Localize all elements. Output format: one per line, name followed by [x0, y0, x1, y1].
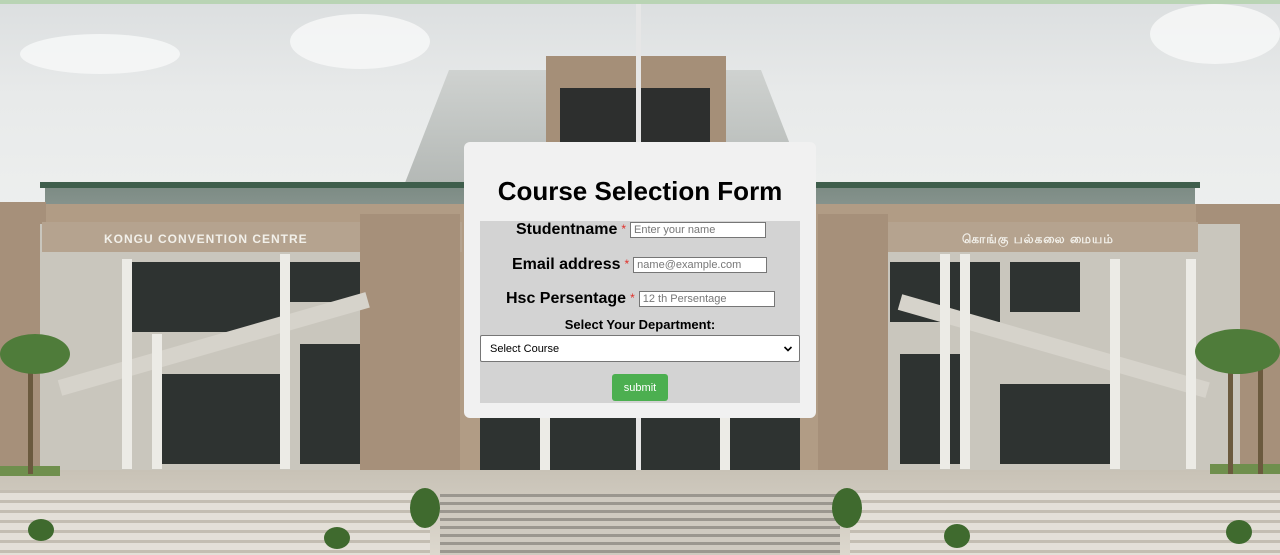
left-column-block	[360, 214, 460, 474]
palm-leaves	[1195, 329, 1280, 374]
department-label: Select Your Department:	[564, 317, 716, 332]
front-steps	[440, 494, 840, 555]
hsc-label: Hsc Persentage	[506, 290, 627, 307]
studentname-input[interactable]	[630, 222, 767, 238]
email-label: Email address	[512, 256, 621, 273]
side-steps-right	[850, 490, 1280, 555]
side-steps-left	[0, 490, 430, 555]
cloud	[1150, 4, 1280, 64]
right-column-block	[818, 214, 888, 474]
required-marker: *	[630, 291, 635, 305]
pillar	[122, 259, 132, 469]
required-marker: *	[621, 222, 627, 236]
pillar	[280, 254, 290, 469]
required-marker: *	[624, 257, 630, 271]
window	[300, 344, 360, 464]
tower-window	[560, 88, 710, 144]
window	[1000, 384, 1110, 464]
shrub	[944, 524, 970, 548]
shrub	[28, 519, 54, 541]
email-input[interactable]	[633, 257, 768, 273]
cloud	[290, 14, 430, 69]
email-row: Email address *	[512, 256, 768, 274]
window	[900, 354, 960, 464]
pillar	[540, 414, 550, 474]
palm-trunk	[1228, 364, 1233, 474]
pillar	[1186, 259, 1196, 469]
shrub	[410, 488, 440, 528]
studentname-row: Studentname *	[516, 221, 767, 239]
department-select[interactable]: Select Course	[480, 335, 800, 362]
cloud	[20, 34, 180, 74]
sign-left: KONGU CONVENTION CENTRE	[104, 232, 308, 246]
pillar	[940, 254, 950, 469]
shrub	[832, 488, 862, 528]
studentname-label: Studentname	[516, 221, 618, 238]
pillar	[1110, 259, 1120, 469]
shrub	[324, 527, 350, 549]
palm-leaves	[0, 334, 70, 374]
submit-button[interactable]: submit	[612, 374, 668, 401]
window	[130, 262, 280, 332]
page: KONGU CONVENTION CENTRE கொங்கு பல்கலை மை…	[0, 0, 1280, 555]
course-selection-card: Course Selection Form Studentname * Emai…	[464, 142, 816, 418]
department-select-value: Select Course	[490, 342, 560, 355]
lawn	[1210, 464, 1280, 474]
palm-trunk	[1258, 354, 1263, 474]
sign-right: கொங்கு பல்கலை மையம்	[962, 232, 1114, 246]
window	[1010, 262, 1080, 312]
pillar	[152, 334, 162, 469]
window	[160, 374, 280, 464]
form-title: Course Selection Form	[497, 176, 783, 206]
pillar	[720, 414, 730, 474]
course-selection-form: Studentname * Email address * Hsc Persen…	[480, 221, 800, 403]
hsc-percentage-input[interactable]	[638, 291, 775, 307]
shrub	[1226, 520, 1252, 544]
chevron-down-icon	[783, 345, 793, 352]
pillar	[960, 254, 970, 469]
palm-trunk	[28, 364, 33, 474]
hsc-row: Hsc Persentage *	[506, 290, 775, 308]
